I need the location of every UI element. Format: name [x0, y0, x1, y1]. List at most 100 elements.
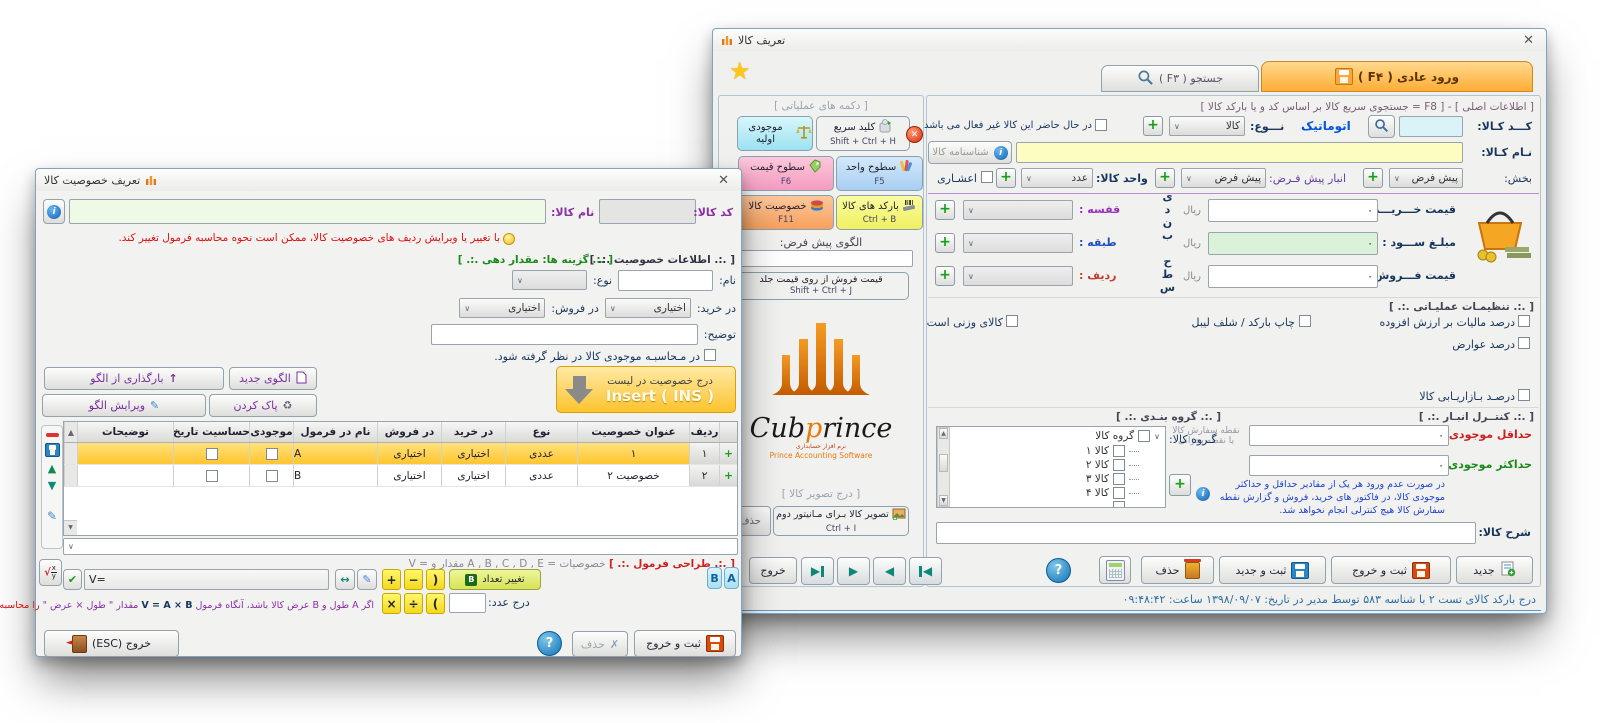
table-scrollbar[interactable]	[64, 443, 77, 464]
inactive-checkbox[interactable]	[1095, 119, 1107, 131]
calculator-button[interactable]	[1099, 556, 1131, 584]
tree-scrollbar[interactable]: ▲ ▼	[937, 427, 950, 507]
scrollbar-thumb[interactable]	[939, 454, 948, 472]
insert-property-button[interactable]: درج خصوصیت در لیست Insert ( INS )	[556, 366, 736, 413]
col-header[interactable]: توضیحات	[77, 422, 173, 442]
swap-button[interactable]: ↔	[335, 569, 355, 590]
code-search-button[interactable]	[1368, 115, 1395, 138]
duty-checkbox[interactable]	[1518, 337, 1530, 349]
add-row-button[interactable]: +	[935, 266, 955, 286]
col-header[interactable]: در فروش	[377, 422, 441, 442]
op-plus-button[interactable]: +	[382, 569, 401, 590]
col-header[interactable]: نام در فرمول	[293, 422, 377, 442]
tab-normal-entry[interactable]: ورود عادی ( F۴ )	[1261, 61, 1533, 92]
stock-checkbox[interactable]	[266, 448, 278, 460]
collapse-icon[interactable]: ∨	[1154, 432, 1160, 441]
automatic-link[interactable]: اتوماتیک	[1301, 119, 1351, 133]
vat-checkbox[interactable]	[1518, 315, 1530, 327]
min-stock-input[interactable]: ۰	[1249, 425, 1449, 446]
section-combo[interactable]: پیش فرض∨	[1389, 168, 1463, 188]
product-property-button[interactable]: خصوصیت کالا F11	[738, 195, 834, 230]
nav-first-button[interactable]: ◀	[909, 557, 942, 585]
clear-button[interactable]: ♻ پاک کردن	[209, 394, 317, 417]
close-panel-button[interactable]: ✕	[906, 126, 923, 143]
add-shelf-button[interactable]: +	[935, 200, 955, 220]
nav-next-button[interactable]: ▶	[837, 557, 870, 585]
letter-b-button[interactable]: B	[707, 567, 722, 589]
load-template-button[interactable]: ↑ بارگذاری از الگو	[44, 367, 224, 390]
table-row[interactable]: + ۲ خصوصیت ۲ عددی اختیاری اختیاری B	[64, 465, 737, 487]
formula-input[interactable]: V=	[84, 569, 329, 590]
nav-prev-button[interactable]: ◀	[873, 557, 906, 585]
col-header[interactable]: حساسیت تاریخ	[173, 422, 249, 442]
save-row-icon[interactable]	[45, 443, 60, 457]
product-code-input[interactable]	[599, 199, 696, 224]
table-scrollbar[interactable]	[64, 465, 77, 486]
insert-number-input[interactable]	[449, 593, 486, 613]
tree-item[interactable]: کالا ۳	[1086, 473, 1139, 485]
quick-key-button[interactable]: کلید سریع Shift + Ctrl + H	[816, 116, 910, 151]
sell-price-input[interactable]: ۰	[1208, 265, 1378, 288]
edit-row-icon[interactable]: ✎	[47, 509, 57, 523]
new-template-button[interactable]: الگوی جدید	[229, 367, 317, 390]
add-floor-button[interactable]: +	[935, 233, 955, 253]
tree-item-partial[interactable]	[1113, 501, 1139, 508]
date-sensitive-checkbox[interactable]	[206, 448, 218, 460]
tree-root-checkbox[interactable]	[1138, 430, 1150, 442]
tree-item[interactable]: کالا ۴	[1086, 487, 1139, 499]
product-name-input[interactable]	[1016, 142, 1463, 163]
table-row[interactable]: + ۱ ۱ عددی اختیاری اختیاری A	[64, 443, 737, 465]
tree-item-checkbox[interactable]	[1113, 473, 1125, 485]
decimal-checkbox[interactable]	[981, 171, 993, 183]
date-sensitive-checkbox[interactable]	[206, 470, 218, 482]
op-close-paren-button[interactable]: )	[426, 593, 445, 614]
row-combo[interactable]: ∨	[963, 266, 1073, 286]
remove-row-icon[interactable]	[46, 433, 59, 437]
tree-root-item[interactable]: ∨ گروه کالا	[1095, 430, 1160, 442]
delete-button[interactable]: حذف	[1141, 556, 1214, 584]
col-header[interactable]: در خرید	[441, 422, 505, 442]
description-input[interactable]	[936, 522, 1476, 544]
window-titlebar[interactable]: تعریف خصوصیت کالا ✕	[36, 169, 741, 191]
add-unit-button[interactable]: +	[996, 168, 1016, 188]
product-barcodes-button[interactable]: بارکد های کالا Ctrl + B	[836, 195, 923, 230]
help-button[interactable]: ?	[537, 631, 562, 656]
window-titlebar[interactable]: تعریف کالا ✕	[713, 29, 1546, 51]
in-sell-combo[interactable]: اختیاری∨	[459, 298, 545, 318]
comment-input[interactable]	[431, 324, 698, 345]
scroll-up-icon[interactable]: ▲	[939, 428, 948, 439]
unit-combo[interactable]: عدد∨	[1021, 168, 1093, 188]
code-input[interactable]	[1399, 116, 1463, 137]
add-section-button[interactable]: +	[1363, 168, 1383, 188]
default-template-combo[interactable]: ∨	[723, 250, 913, 267]
second-monitor-image-button[interactable]: تصویر کالا بـرای مـانیتور دوم Ctrl + I	[773, 506, 909, 536]
tab-search[interactable]: جستجو ( F۳ )	[1101, 65, 1259, 92]
cover-price-button[interactable]: قیمت فروش از روی قیمت جلد Shift + Ctrl +…	[733, 272, 909, 300]
exit-button[interactable]: خروج	[749, 557, 797, 584]
name-input[interactable]	[618, 270, 713, 291]
type-combo[interactable]: کالا ∨	[1169, 116, 1245, 136]
apply-formula-button[interactable]: ✔	[63, 569, 82, 590]
barcode-print-checkbox[interactable]	[1299, 315, 1311, 327]
letter-a-button[interactable]: A	[724, 567, 739, 589]
op-minus-button[interactable]: −	[404, 569, 423, 590]
max-stock-input[interactable]: ۰	[1249, 455, 1449, 476]
in-buy-combo[interactable]: اختیاری∨	[605, 298, 691, 318]
save-exit-button[interactable]: ثبت و خروج	[634, 630, 736, 657]
table-scrollbar-top[interactable]: ▲	[64, 422, 77, 442]
op-open-paren-button[interactable]: (	[426, 569, 445, 590]
move-down-icon[interactable]: ▼	[48, 480, 56, 491]
edit-formula-button[interactable]: ✎	[357, 569, 377, 590]
shelf-combo[interactable]: ∨	[963, 200, 1073, 220]
product-name-input[interactable]	[69, 199, 546, 224]
tree-item-checkbox[interactable]	[1113, 501, 1125, 508]
stock-checkbox[interactable]	[266, 470, 278, 482]
price-levels-button[interactable]: سطوح قیمت F6	[738, 156, 834, 191]
type-combo[interactable]: ∨	[512, 270, 587, 290]
save-exit-button[interactable]: ثبت و خروج	[1331, 556, 1451, 584]
help-button[interactable]: ?	[1046, 558, 1071, 583]
nav-last-button[interactable]: ▶	[801, 557, 834, 585]
delete-button[interactable]: ✗ حذف	[572, 631, 628, 657]
property-select-combo[interactable]: ∨	[63, 538, 738, 555]
weighted-checkbox[interactable]	[1006, 315, 1018, 327]
